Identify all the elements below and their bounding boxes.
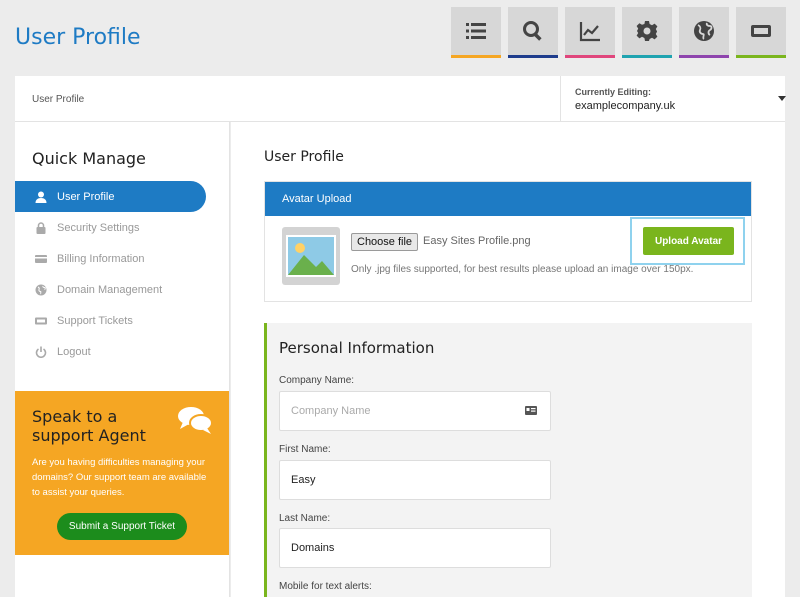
toolbar-search-button[interactable] (508, 7, 558, 58)
avatar-upload-header: Avatar Upload (265, 182, 751, 216)
avatar-preview (282, 227, 340, 285)
list-icon (466, 23, 486, 39)
chevron-down-icon (778, 96, 786, 101)
main-title: User Profile (264, 149, 344, 165)
toolbar-domains-button[interactable] (679, 7, 729, 58)
contact-card-icon (525, 406, 537, 415)
nav-item-support-tickets[interactable]: Support Tickets (15, 305, 230, 336)
choose-file-button[interactable]: Choose file (351, 233, 419, 251)
ticket-icon (751, 25, 771, 37)
gear-icon (636, 21, 658, 41)
nav-item-label: Security Settings (57, 221, 140, 234)
nav-item-label: Logout (57, 345, 91, 358)
support-agent-box: Speak to a support Agent Are you having … (15, 391, 229, 555)
user-icon (35, 191, 47, 203)
image-placeholder-icon (286, 235, 336, 277)
globe-icon (35, 284, 47, 295)
nav-item-billing-information[interactable]: Billing Information (15, 243, 230, 274)
mobile-label: Mobile for text alerts: (279, 581, 372, 592)
credit-card-icon (35, 254, 47, 263)
personal-information-title: Personal Information (279, 339, 435, 357)
upload-avatar-highlight: Upload Avatar (630, 217, 745, 265)
editing-label: Currently Editing: (575, 87, 651, 97)
chat-bubbles-icon (178, 407, 213, 434)
main-panel: User Profile Avatar Upload Choose file E… (231, 122, 785, 597)
quick-manage-title: Quick Manage (32, 149, 146, 168)
last-name-label: Last Name: (279, 513, 331, 524)
avatar-upload-card: Avatar Upload Choose file Easy Sites Pro… (264, 181, 752, 302)
chart-icon (579, 22, 600, 42)
support-title: Speak to a support Agent (32, 407, 146, 445)
page-title: User Profile (15, 25, 141, 50)
last-name-input[interactable] (279, 528, 551, 568)
upload-hint: Only .jpg files supported, for best resu… (351, 264, 694, 275)
nav-item-security-settings[interactable]: Security Settings (15, 212, 230, 243)
nav-item-label: Domain Management (57, 283, 163, 296)
company-name-input[interactable] (279, 391, 551, 431)
selected-file-name: Easy Sites Profile.png (423, 235, 531, 247)
toolbar-stats-button[interactable] (565, 7, 615, 58)
nav-item-label: User Profile (57, 190, 115, 203)
nav-item-label: Support Tickets (57, 314, 133, 327)
toolbar-list-button[interactable] (451, 7, 501, 58)
search-icon (523, 21, 542, 41)
first-name-label: First Name: (279, 444, 331, 455)
personal-information-card: Personal Information Company Name: First… (264, 323, 752, 597)
nav-item-logout[interactable]: Logout (15, 336, 230, 367)
breadcrumb-bar: User Profile Currently Editing: examplec… (15, 76, 786, 122)
domain-selector[interactable]: Currently Editing: examplecompany.uk (560, 76, 800, 122)
support-text: Are you having difficulties managing you… (32, 457, 207, 498)
quick-manage-panel: Quick Manage User Profile Security Setti… (15, 122, 230, 597)
nav-item-label: Billing Information (57, 252, 145, 265)
toolbar-tickets-button[interactable] (736, 7, 786, 58)
editing-value: examplecompany.uk (575, 100, 676, 112)
breadcrumb: User Profile (32, 94, 85, 105)
company-name-label: Company Name: (279, 375, 355, 386)
nav-item-domain-management[interactable]: Domain Management (15, 274, 230, 305)
toolbar-settings-button[interactable] (622, 7, 672, 58)
upload-avatar-button[interactable]: Upload Avatar (643, 227, 734, 255)
quick-manage-nav: User Profile Security Settings Billing I… (15, 181, 230, 367)
lock-icon (36, 221, 46, 234)
submit-support-ticket-button[interactable]: Submit a Support Ticket (57, 513, 187, 540)
first-name-input[interactable] (279, 460, 551, 500)
top-toolbar (451, 7, 786, 58)
ticket-icon (35, 317, 47, 324)
nav-item-user-profile[interactable]: User Profile (15, 181, 206, 212)
power-icon (35, 346, 47, 358)
globe-icon (694, 21, 714, 41)
